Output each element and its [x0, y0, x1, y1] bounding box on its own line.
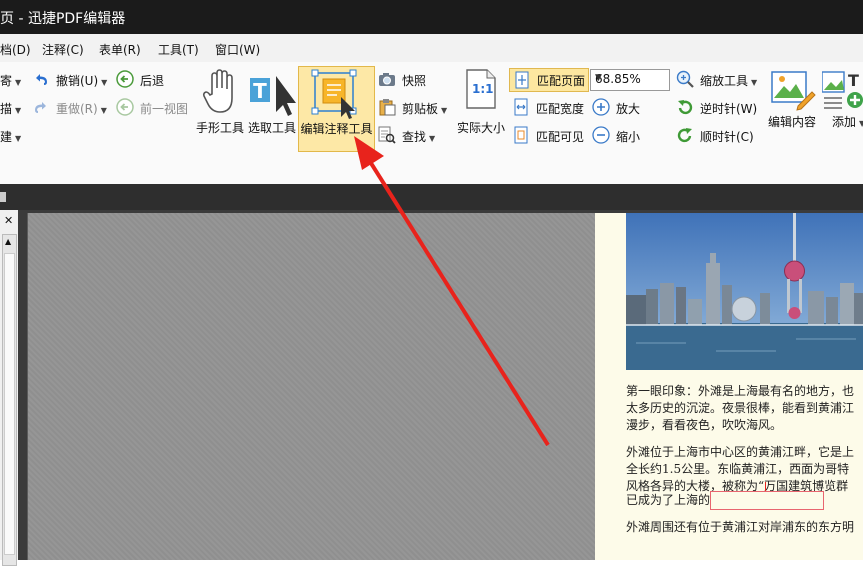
fit-page-icon: [515, 71, 529, 89]
rotate-ccw-button[interactable]: 逆时针(W): [676, 98, 766, 118]
hand-tool-button[interactable]: 手形工具: [194, 66, 246, 136]
undo-button[interactable]: 撤销(U) ▼: [32, 70, 112, 90]
rotate-cw-icon: [677, 128, 692, 143]
title-bar: 页 - 迅捷PDF编辑器: [0, 0, 863, 34]
annotation-cursor: [765, 482, 766, 491]
panel-collapse-handle[interactable]: [0, 192, 6, 202]
select-tool-button[interactable]: T 选取工具: [246, 66, 298, 136]
page-photo-skyline: [626, 213, 863, 370]
doc-para3-line1: 外滩周围还有位于黄浦江对岸浦东的东方明: [626, 520, 855, 534]
doc-para2-line2: 全长约1.5公里。东临黄浦江，西面为哥特: [626, 462, 850, 476]
menu-bar: 档(D) 注释(C) 表单(R) 工具(T) 窗口(W): [0, 34, 863, 63]
doc-para1-line2: 太多历史的沉淀。夜景很棒，能看到黄浦江: [626, 401, 855, 415]
prev-view-icon: [116, 98, 134, 116]
ribbon-left-item-3[interactable]: 建 ▼: [0, 128, 21, 145]
scrollbar-thumb[interactable]: [4, 253, 15, 555]
rotate-ccw-icon: [678, 100, 693, 115]
zoom-out-icon: [592, 126, 610, 144]
scroll-up-icon[interactable]: ▲: [5, 237, 11, 246]
edit-annotation-icon: [311, 69, 357, 119]
clipboard-button[interactable]: 剪贴板 ▼: [378, 98, 458, 118]
text-annotation-box[interactable]: [710, 491, 824, 510]
menu-item-tools[interactable]: 工具(T): [158, 41, 199, 58]
svg-text:T: T: [253, 79, 267, 103]
zoom-level-select[interactable]: 68.85% ▼: [590, 69, 670, 91]
side-panel-scrollbar[interactable]: ▲: [2, 234, 17, 566]
actual-size-ratio-label: 1:1: [472, 82, 494, 96]
fit-width-button[interactable]: 匹配宽度: [510, 98, 590, 118]
snapshot-button[interactable]: 快照: [378, 70, 448, 90]
doc-para2-line1: 外滩位于上海市中心区的黄浦江畔，它是上: [626, 445, 855, 459]
zoom-out-button[interactable]: 缩小: [592, 126, 652, 146]
actual-size-button[interactable]: 1:1 实际大小: [455, 66, 507, 136]
window-title: 页 - 迅捷PDF编辑器: [0, 11, 126, 27]
zoom-tool-button[interactable]: 缩放工具 ▼: [676, 70, 766, 90]
zoom-in-button[interactable]: 放大: [592, 98, 652, 118]
edit-content-icon: [771, 71, 816, 111]
menu-item-window[interactable]: 窗口(W): [215, 41, 260, 58]
camera-icon: [379, 73, 395, 86]
fit-width-icon: [514, 98, 528, 116]
redo-icon: [35, 102, 46, 113]
redo-button[interactable]: 重做(R) ▼: [32, 98, 112, 118]
back-arrow-icon: [116, 70, 134, 88]
side-panel-close-icon[interactable]: ✕: [4, 214, 13, 227]
add-button[interactable]: T 添加 ▼: [822, 66, 863, 136]
hand-icon: [202, 69, 233, 113]
fit-page-button[interactable]: 匹配页面: [509, 68, 589, 92]
doc-para1-line1: 第一眼印象：外滩是上海最有名的地方，也: [626, 384, 855, 398]
side-panel: ✕ ▲: [0, 210, 19, 566]
text-select-icon: T: [250, 76, 296, 116]
menu-item-comment[interactable]: 注释(C): [42, 41, 84, 58]
menu-item-form[interactable]: 表单(R): [99, 41, 141, 58]
pointer-arrow-annotation: [354, 136, 550, 447]
magnifier-icon: [676, 70, 694, 88]
undo-icon: [36, 74, 47, 85]
clipboard-icon: [379, 99, 396, 116]
add-image-icon: T: [822, 71, 863, 109]
rotate-cw-button[interactable]: 顺时针(C): [676, 126, 766, 146]
ribbon-left-item-1[interactable]: 寄 ▼: [0, 72, 21, 89]
back-button[interactable]: 后退: [116, 70, 186, 90]
svg-text:T: T: [848, 71, 859, 90]
zoom-in-icon: [592, 98, 610, 116]
prev-view-button[interactable]: 前一视图: [116, 98, 196, 118]
ribbon-left-item-2[interactable]: 描 ▼: [0, 100, 21, 117]
edit-content-button[interactable]: 编辑内容: [766, 66, 818, 136]
doc-para1-line3: 漫步，看看夜色，吹吹海风。: [626, 418, 783, 432]
menu-item-document[interactable]: 档(D): [0, 41, 31, 58]
